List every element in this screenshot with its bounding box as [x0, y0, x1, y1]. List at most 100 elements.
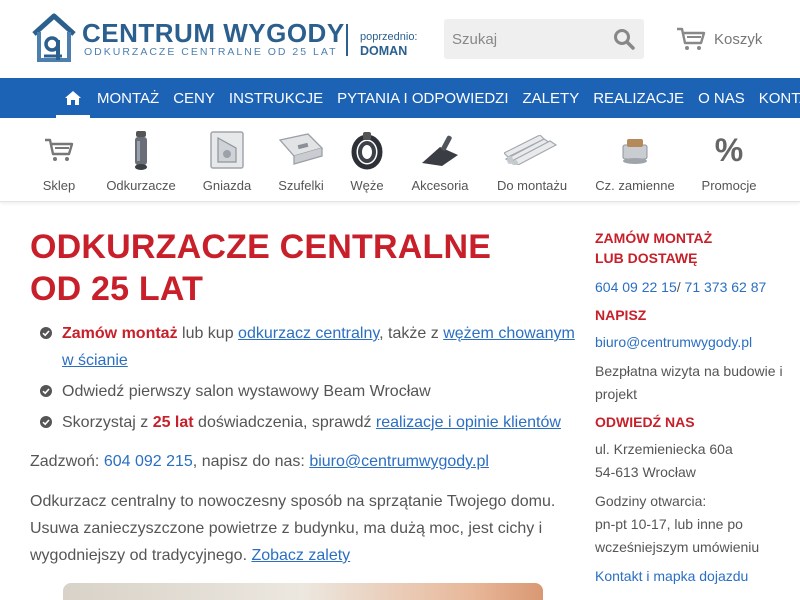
- category-odkurzacze[interactable]: Odkurzacze: [102, 128, 180, 198]
- list-item: Odwiedź pierwszy salon wystawowy Beam Wr…: [30, 378, 578, 405]
- nav-instrukcje[interactable]: INSTRUKCJE: [222, 78, 330, 118]
- brand-title: CENTRUM WYGODY: [82, 18, 345, 48]
- search-icon[interactable]: [612, 27, 636, 51]
- list-text: doświadczenia, sprawdź: [193, 414, 376, 431]
- previously-name: DOMAN: [360, 44, 408, 58]
- address-line1: ul. Krzemieniecka 60a: [595, 441, 733, 457]
- category-label: Akcesoria: [411, 178, 469, 193]
- page-title-line1: ODKURZACZE CENTRALNE: [30, 228, 492, 266]
- category-szufelki[interactable]: Szufelki: [272, 128, 330, 198]
- nav-home[interactable]: [56, 78, 90, 118]
- write-heading: NAPISZ: [595, 307, 647, 323]
- category-label: Odkurzacze: [106, 178, 176, 193]
- write-label: , napisz do nas:: [192, 453, 310, 470]
- address-line2: 54-613 Wrocław: [595, 464, 696, 480]
- hours-label: Godziny otwarcia:: [595, 493, 707, 509]
- main-nav: MONTAŻ CENY INSTRUKCJE PYTANIA I ODPOWIE…: [0, 78, 800, 118]
- nav-realizacje[interactable]: REALIZACJE: [586, 78, 691, 118]
- category-promocje[interactable]: % Promocje: [698, 128, 760, 198]
- pipes-icon: [504, 135, 558, 165]
- call-label: Zadzwoń:: [30, 453, 104, 470]
- list-text: lub kup: [177, 325, 239, 342]
- phone2-link[interactable]: 71 373 62 87: [685, 279, 767, 295]
- category-label: Do montażu: [496, 178, 568, 193]
- search-input[interactable]: [444, 19, 604, 59]
- category-bar: Sklep Odkurzacze Gniazda Szufelki Węże A…: [0, 118, 800, 202]
- page-title: ODKURZACZE CENTRALNE OD 25 LAT: [30, 226, 578, 310]
- category-label: Węże: [350, 178, 384, 193]
- cart-icon: [677, 27, 706, 50]
- cart-link[interactable]: Koszyk: [676, 24, 762, 54]
- category-sklep[interactable]: Sklep: [34, 128, 84, 198]
- visit-heading: ODWIEDŹ NAS: [595, 414, 695, 430]
- feature-list: Zamów montaż lub kup odkurzacz centralny…: [30, 320, 578, 436]
- sidebar: ZAMÓW MONTAŻ LUB DOSTAWĘ 604 09 22 15/ 7…: [595, 228, 790, 588]
- category-weze[interactable]: Węże: [340, 128, 394, 198]
- category-gniazda[interactable]: Gniazda: [198, 128, 256, 198]
- list-item: Skorzystaj z 25 lat doświadczenia, spraw…: [30, 409, 578, 436]
- phone-separator: /: [676, 279, 685, 295]
- description: Odkurzacz centralny to nowoczesny sposób…: [30, 488, 578, 569]
- email-link[interactable]: biuro@centrumwygody.pl: [309, 453, 489, 470]
- category-czesci-zamienne[interactable]: Cz. zamienne: [592, 128, 678, 198]
- search-box: [444, 19, 644, 59]
- page-title-line2: OD 25 LAT: [30, 270, 204, 308]
- category-do-montazu[interactable]: Do montażu: [494, 128, 570, 198]
- check-icon: [40, 385, 52, 397]
- order-mount-strong: Zamów montaż: [62, 325, 178, 342]
- dustpan-icon: [278, 133, 324, 165]
- list-text: , także z: [379, 325, 444, 342]
- house-logo-icon: [32, 13, 76, 62]
- order-heading-line1: ZAMÓW MONTAŻ: [595, 230, 713, 246]
- free-visit-text: Bezpłatna wizyta na budowie i projekt: [595, 363, 783, 402]
- percent-icon: %: [714, 131, 744, 168]
- phone1-link[interactable]: 604 09 22 15: [595, 279, 677, 295]
- sidebar-email: biuro@centrumwygody.pl: [595, 331, 790, 354]
- phone-link[interactable]: 604 092 215: [104, 453, 193, 470]
- nav-montaz[interactable]: MONTAŻ: [90, 78, 166, 118]
- map-link-row: Kontakt i mapka dojazdu: [595, 565, 790, 588]
- cart-icon: [45, 138, 74, 161]
- previously-block: poprzednio: DOMAN: [360, 30, 418, 58]
- cart-label: Koszyk: [714, 30, 763, 48]
- wall-socket-icon: [210, 131, 244, 169]
- home-icon: [65, 91, 81, 105]
- list-text: Odwiedź pierwszy salon wystawowy Beam Wr…: [62, 383, 431, 400]
- contact-map-link[interactable]: Kontakt i mapka dojazdu: [595, 568, 748, 584]
- list-item: Zamów montaż lub kup odkurzacz centralny…: [30, 320, 578, 374]
- advantages-link[interactable]: Zobacz zalety: [251, 547, 350, 564]
- hours-text: pn-pt 10-17, lub inne po wcześniejszym u…: [595, 516, 760, 555]
- contact-line: Zadzwoń: 604 092 215, napisz do nas: biu…: [30, 448, 578, 475]
- category-label: Promocje: [701, 178, 757, 193]
- brand-subtitle: ODKURZACZE CENTRALNE OD 25 LAT: [84, 46, 338, 58]
- previously-label: poprzednio:: [360, 31, 418, 43]
- brand-logo[interactable]: CENTRUM WYGODY ODKURZACZE CENTRALNE OD 2…: [30, 12, 420, 68]
- hose-icon: [351, 132, 383, 170]
- main-content: ODKURZACZE CENTRALNE OD 25 LAT Zamów mon…: [30, 226, 578, 569]
- nav-ceny[interactable]: CENY: [166, 78, 222, 118]
- category-label: Gniazda: [202, 178, 252, 193]
- nav-o-nas[interactable]: O NAS: [691, 78, 752, 118]
- floor-brush-icon: [422, 135, 458, 166]
- nav-pytania[interactable]: PYTANIA I ODPOWIEDZI: [330, 78, 515, 118]
- vacuum-unit-icon: [135, 131, 147, 170]
- order-heading: ZAMÓW MONTAŻ LUB DOSTAWĘ: [595, 228, 790, 268]
- motor-icon: [622, 139, 648, 164]
- years-strong: 25 lat: [152, 414, 194, 431]
- order-heading-line2: LUB DOSTAWĘ: [595, 250, 698, 266]
- category-label: Szufelki: [278, 178, 324, 193]
- category-label: Sklep: [42, 178, 76, 193]
- logo-divider: [346, 24, 348, 56]
- check-icon: [40, 327, 52, 339]
- phones: 604 09 22 15/ 71 373 62 87: [595, 276, 790, 299]
- hero-image: [63, 583, 543, 600]
- vacuum-link[interactable]: odkurzacz centralny: [238, 325, 379, 342]
- nav-kontakt[interactable]: KONTAKT: [752, 78, 800, 118]
- category-label: Cz. zamienne: [595, 178, 675, 193]
- nav-zalety[interactable]: ZALETY: [516, 78, 587, 118]
- realizations-link[interactable]: realizacje i opinie klientów: [376, 414, 561, 431]
- check-icon: [40, 416, 52, 428]
- sidebar-email-link[interactable]: biuro@centrumwygody.pl: [595, 334, 752, 350]
- header: CENTRUM WYGODY ODKURZACZE CENTRALNE OD 2…: [0, 0, 800, 78]
- category-akcesoria[interactable]: Akcesoria: [404, 128, 476, 198]
